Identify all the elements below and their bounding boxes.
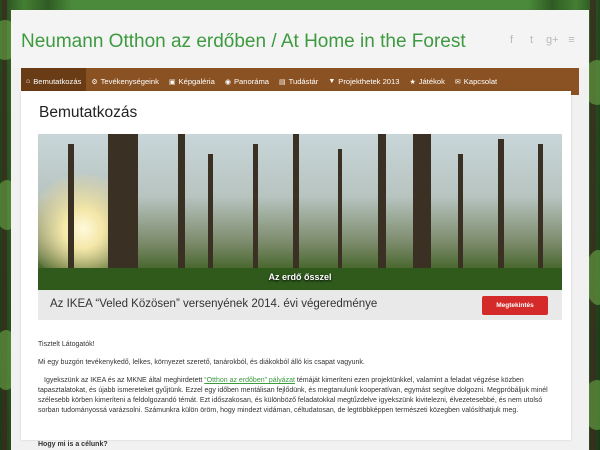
page-title: Bemutatkozás [39, 104, 138, 121]
twitter-icon[interactable]: t [526, 34, 537, 46]
home-icon: ⌂ [26, 78, 31, 85]
banner-caption: Az erdő ősszel [268, 272, 332, 282]
googleplus-icon[interactable]: g+ [546, 34, 559, 46]
nav-item-label: Bemutatkozás [33, 77, 82, 86]
book-icon: ▤ [279, 78, 286, 86]
nav-item-label: Kapcsolat [463, 77, 498, 86]
main-content: Bemutatkozás Az erdő ősszel Az IKEA “Vel… [21, 91, 571, 448]
eye-icon: ◉ [224, 78, 231, 86]
rss-icon[interactable]: ≡ [566, 34, 577, 46]
paragraph-text-start: Igyekszünk az IKEA és az MKNE által megh… [44, 377, 205, 384]
nav-item-label: Panoráma [233, 77, 269, 86]
promo-bar: Az IKEA “Veled Közösen” versenyének 2014… [38, 290, 562, 320]
nav-item-label: Tevékenységeink [100, 77, 159, 86]
cogs-icon: ⚙ [91, 78, 98, 86]
view-results-button[interactable]: Megtekintés [482, 296, 548, 315]
hero-banner-image: Az erdő ősszel [38, 134, 562, 290]
nav-item-label: Játékok [418, 77, 445, 86]
main-paragraph: Igyekszünk az IKEA és az MKNE által megh… [38, 376, 562, 416]
greeting-text: Tisztelt Látogatók! [38, 341, 95, 348]
picture-icon: ▣ [168, 78, 176, 86]
nav-item-label: Képgaléria [178, 77, 215, 86]
competition-link[interactable]: “Otthon az erdőben” pályázat [204, 377, 295, 384]
social-links: f t g+ ≡ [506, 34, 577, 46]
site-header: Neumann Otthon az erdőben / At Home in t… [11, 10, 589, 68]
facebook-icon[interactable]: f [506, 34, 517, 46]
map-marker-icon: ▼ [328, 78, 336, 85]
nav-item-label: Projekthetek 2013 [338, 77, 400, 86]
nav-item-label: Tudástár [288, 77, 319, 86]
promo-text: Az IKEA “Veled Közösen” versenyének 2014… [50, 298, 378, 310]
trophy-icon: ★ [409, 78, 416, 86]
site-title[interactable]: Neumann Otthon az erdőben / At Home in t… [21, 31, 466, 53]
envelope-icon: ✉ [454, 78, 461, 86]
intro-text: Mi egy buzgón tevékenykedő, lelkes, körn… [38, 359, 365, 366]
goal-subheading: Hogy mi is a célunk? [38, 441, 108, 448]
